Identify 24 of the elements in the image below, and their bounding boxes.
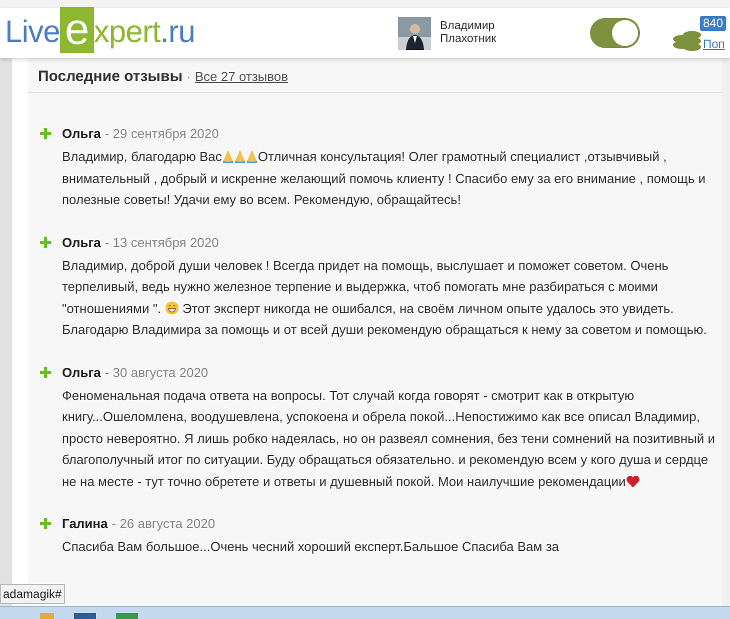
user-name[interactable]: Владимир Плахотник xyxy=(440,20,540,46)
review-text: Феноменальная подача ответа на вопросы. Тот случай когда говорят - смотрит как в открытую книгу...Ошеломлена, воодушевлена, успокоена и обрела покой...Непостижимо как все описал Владимир, просто невероятно. Я лишь робко надеялась, но он развеял сомнения, без тени сомнений на позитивный и благополучный итог по ситуации. Буду обращаться обязательно. и рекомендую всем у кого душа и сердце не на месте - тут точно обретете и ответы и душевный покой. Мои наилучшие рекомендации xyxy=(62,386,716,491)
heart-icon xyxy=(626,474,640,488)
toggle-switch[interactable] xyxy=(590,18,640,48)
all-reviews-link[interactable]: Все 27 отзывов xyxy=(194,67,288,86)
status-link-tooltip: adamagik# xyxy=(0,584,65,604)
review-author: Ольга xyxy=(62,234,101,252)
review-author: Ольга xyxy=(62,125,101,143)
coins-badge: 840 xyxy=(700,16,726,31)
review-date: - 26 августа 2020 xyxy=(112,515,216,533)
review-author: Галина xyxy=(62,515,108,533)
site-logo[interactable]: Live e xpert.ru xyxy=(5,7,195,53)
separator-dot: · xyxy=(186,68,191,86)
grinning-face-icon xyxy=(164,300,179,314)
review-date: - 13 сентября 2020 xyxy=(104,234,219,252)
review-author: Ольга xyxy=(62,364,101,382)
coins-link[interactable]: Поп xyxy=(703,35,725,53)
review-date: - 30 августа 2020 xyxy=(104,364,208,382)
user-avatar[interactable] xyxy=(398,16,431,50)
review-text: Владимир, доброй души человек ! Всегда придет на помощь, выслушает и поможет советом. Очень терпеливый, ведь нужно железное терпение и выдержка, чтоб помогать мне разбираться с моими "отношениями ". Этот эксперт никогда не ошибался, на своём личном опыте удалось это увидеть. Благодарю Владимира за помощь и от всей души рекомендую обращаться к нему за советом и помощью. xyxy=(62,256,708,339)
section-title: Последние отзывы xyxy=(38,67,183,87)
review-date: - 29 сентября 2020 xyxy=(104,125,219,143)
review-text: Спасиба Вам большое...Очень чесний хороший експерт.Бальшое Спасиба Вам за xyxy=(62,538,560,556)
review-text: Владимир, благодарю Вас Отличная консультация! Олег грамотный специалист ,отзывчивый , внимательный , добрый и искренне желающий помочь клиенту ! Спасибо ему за его внимание , помощь и полезные советы! Удачи ему во всем. Рекомендую, обращайтесь! xyxy=(62,148,706,209)
